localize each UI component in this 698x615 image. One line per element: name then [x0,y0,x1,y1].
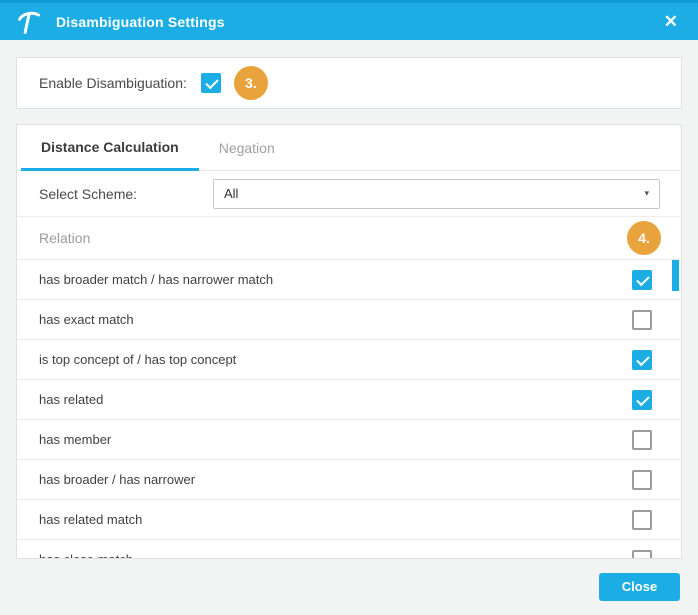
relation-label: has member [39,432,111,447]
relation-checkbox[interactable] [632,510,652,530]
relation-checkbox[interactable] [632,430,652,450]
scheme-select[interactable]: All ▾ [213,179,660,209]
relation-label: has broader / has narrower [39,472,195,487]
scheme-select-value: All [224,186,238,201]
enable-disambiguation-card: Enable Disambiguation: 3. [16,57,682,109]
relation-checkbox[interactable] [632,350,652,370]
enable-disambiguation-checkbox[interactable] [201,73,221,93]
relation-row: has broader match / has narrower match [17,259,681,299]
step-badge-3: 3. [234,66,268,100]
relation-list: has broader match / has narrower match h… [17,259,681,559]
relation-column-header: Relation [39,230,90,246]
dialog-titlebar: Disambiguation Settings ✕ [0,0,698,40]
step-badge-4: 4. [627,221,661,255]
relation-row: has close match [17,539,681,559]
relation-row: has related [17,379,681,419]
tab[interactable]: Distance Calculation [21,125,199,171]
tab[interactable]: Negation [199,125,295,171]
relation-checkbox[interactable] [632,550,652,560]
poolparty-logo-icon [16,8,42,36]
relation-checkbox[interactable] [632,270,652,290]
scrollbar-thumb[interactable] [672,260,679,291]
relation-checkbox[interactable] [632,310,652,330]
relation-checkbox[interactable] [632,390,652,410]
dialog-title: Disambiguation Settings [56,14,225,30]
relation-label: has close match [39,552,133,559]
relation-row: has exact match [17,299,681,339]
tab-bar: Distance Calculation Negation [17,125,681,171]
relation-label: is top concept of / has top concept [39,352,236,367]
disambiguation-settings-card: Distance Calculation Negation Select Sch… [16,124,682,559]
close-button[interactable]: Close [599,573,680,601]
enable-disambiguation-label: Enable Disambiguation: [39,75,187,91]
relation-label: has broader match / has narrower match [39,272,273,287]
select-scheme-label: Select Scheme: [39,186,213,202]
relation-row: has related match [17,499,681,539]
relation-label: has related match [39,512,142,527]
relation-label: has exact match [39,312,134,327]
dialog-footer: Close [0,573,680,601]
chevron-down-icon: ▾ [644,188,649,199]
relation-label: has related [39,392,103,407]
close-icon[interactable]: ✕ [660,11,682,32]
relation-row: has broader / has narrower [17,459,681,499]
relation-row: is top concept of / has top concept [17,339,681,379]
select-scheme-row: Select Scheme: All ▾ [17,171,681,217]
relation-checkbox[interactable] [632,470,652,490]
relation-row: has member [17,419,681,459]
relation-header-row: Relation 4. [17,217,681,259]
